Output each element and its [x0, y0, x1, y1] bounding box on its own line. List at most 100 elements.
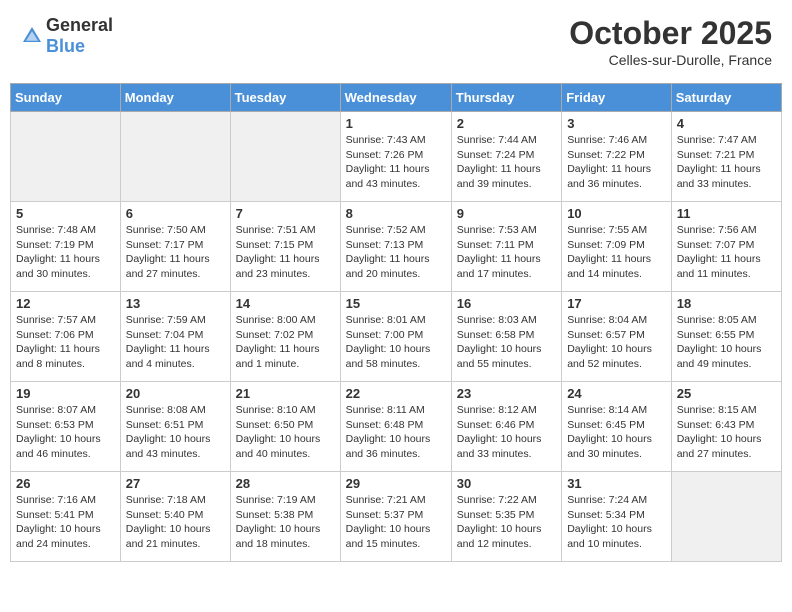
day-number: 7 — [236, 206, 335, 221]
day-info: Sunrise: 7:52 AM Sunset: 7:13 PM Dayligh… — [346, 223, 446, 282]
calendar-cell: 12Sunrise: 7:57 AM Sunset: 7:06 PM Dayli… — [11, 292, 121, 382]
day-info: Sunrise: 7:21 AM Sunset: 5:37 PM Dayligh… — [346, 493, 446, 552]
calendar-cell: 11 Sunrise: 7:56 AM Sunset: 7:07 PM Dayli… — [671, 202, 781, 292]
day-number: 24 — [567, 386, 666, 401]
calendar-cell: 23 Sunrise: 8:12 AM Sunset: 6:46 PM Dayli… — [451, 382, 561, 472]
calendar-cell: 25 Sunrise: 8:15 AM Sunset: 6:43 PM Dayli… — [671, 382, 781, 472]
logo: General Blue — [20, 15, 113, 57]
logo-general: General — [46, 15, 113, 35]
day-number: 23 — [457, 386, 556, 401]
calendar-cell: 10 Sunrise: 7:55 AM Sunset: 7:09 PM Dayli… — [562, 202, 672, 292]
day-info: Sunrise: 7:22 AM Sunset: 5:35 PM Dayligh… — [457, 493, 556, 552]
day-info: Sunrise: 7:48 AM Sunset: 7:19 PM Dayligh… — [16, 223, 115, 282]
day-number: 21 — [236, 386, 335, 401]
calendar-cell: 26 Sunrise: 7:16 AM Sunset: 5:41 PM Dayli… — [11, 472, 121, 562]
day-info: Sunrise: 8:12 AM Sunset: 6:46 PM Dayligh… — [457, 403, 556, 462]
calendar-cell: 6 Sunrise: 7:50 AM Sunset: 7:17 PM Daylig… — [120, 202, 230, 292]
day-number: 16 — [457, 296, 556, 311]
day-info: Sunrise: 7:47 AM Sunset: 7:21 PM Dayligh… — [677, 133, 776, 192]
calendar-day-header: Thursday — [451, 84, 561, 112]
calendar-cell: 21 Sunrise: 8:10 AM Sunset: 6:50 PM Dayli… — [230, 382, 340, 472]
day-number: 12 — [16, 296, 115, 311]
day-info: Sunrise: 7:46 AM Sunset: 7:22 PM Dayligh… — [567, 133, 666, 192]
day-number: 9 — [457, 206, 556, 221]
day-number: 15 — [346, 296, 446, 311]
calendar-day-header: Monday — [120, 84, 230, 112]
calendar-cell: 5 Sunrise: 7:48 AM Sunset: 7:19 PM Daylig… — [11, 202, 121, 292]
logo-icon — [20, 24, 44, 48]
day-info: Sunrise: 7:44 AM Sunset: 7:24 PM Dayligh… — [457, 133, 556, 192]
day-number: 10 — [567, 206, 666, 221]
calendar-cell — [11, 112, 121, 202]
calendar-day-header: Tuesday — [230, 84, 340, 112]
calendar-cell: 9 Sunrise: 7:53 AM Sunset: 7:11 PM Daylig… — [451, 202, 561, 292]
day-info: Sunrise: 8:04 AM Sunset: 6:57 PM Dayligh… — [567, 313, 666, 372]
day-info: Sunrise: 7:56 AM Sunset: 7:07 PM Dayligh… — [677, 223, 776, 282]
day-number: 18 — [677, 296, 776, 311]
day-info: Sunrise: 8:10 AM Sunset: 6:50 PM Dayligh… — [236, 403, 335, 462]
calendar-day-header: Sunday — [11, 84, 121, 112]
calendar-cell — [120, 112, 230, 202]
calendar-cell: 31 Sunrise: 7:24 AM Sunset: 5:34 PM Dayli… — [562, 472, 672, 562]
day-info: Sunrise: 7:50 AM Sunset: 7:17 PM Dayligh… — [126, 223, 225, 282]
day-info: Sunrise: 8:15 AM Sunset: 6:43 PM Dayligh… — [677, 403, 776, 462]
calendar-cell: 30 Sunrise: 7:22 AM Sunset: 5:35 PM Dayli… — [451, 472, 561, 562]
day-number: 6 — [126, 206, 225, 221]
day-info: Sunrise: 7:43 AM Sunset: 7:26 PM Dayligh… — [346, 133, 446, 192]
calendar-cell: 4Sunrise: 7:47 AM Sunset: 7:21 PM Daylig… — [671, 112, 781, 202]
day-number: 22 — [346, 386, 446, 401]
day-number: 30 — [457, 476, 556, 491]
calendar-cell: 16 Sunrise: 8:03 AM Sunset: 6:58 PM Dayli… — [451, 292, 561, 382]
day-info: Sunrise: 7:18 AM Sunset: 5:40 PM Dayligh… — [126, 493, 225, 552]
day-info: Sunrise: 7:24 AM Sunset: 5:34 PM Dayligh… — [567, 493, 666, 552]
logo-blue: Blue — [46, 36, 85, 56]
day-number: 11 — [677, 206, 776, 221]
day-number: 17 — [567, 296, 666, 311]
calendar-week-row: 26 Sunrise: 7:16 AM Sunset: 5:41 PM Dayli… — [11, 472, 782, 562]
calendar-cell — [671, 472, 781, 562]
day-number: 25 — [677, 386, 776, 401]
day-number: 14 — [236, 296, 335, 311]
day-info: Sunrise: 8:14 AM Sunset: 6:45 PM Dayligh… — [567, 403, 666, 462]
day-info: Sunrise: 7:19 AM Sunset: 5:38 PM Dayligh… — [236, 493, 335, 552]
calendar-cell: 28 Sunrise: 7:19 AM Sunset: 5:38 PM Dayli… — [230, 472, 340, 562]
calendar-week-row: 5 Sunrise: 7:48 AM Sunset: 7:19 PM Daylig… — [11, 202, 782, 292]
calendar-cell: 3 Sunrise: 7:46 AM Sunset: 7:22 PM Daylig… — [562, 112, 672, 202]
day-number: 13 — [126, 296, 225, 311]
calendar-day-header: Friday — [562, 84, 672, 112]
day-number: 28 — [236, 476, 335, 491]
day-info: Sunrise: 7:51 AM Sunset: 7:15 PM Dayligh… — [236, 223, 335, 282]
day-number: 31 — [567, 476, 666, 491]
calendar-cell: 1 Sunrise: 7:43 AM Sunset: 7:26 PM Daylig… — [340, 112, 451, 202]
calendar-table: SundayMondayTuesdayWednesdayThursdayFrid… — [10, 83, 782, 562]
day-number: 29 — [346, 476, 446, 491]
day-number: 8 — [346, 206, 446, 221]
calendar-cell: 24 Sunrise: 8:14 AM Sunset: 6:45 PM Dayli… — [562, 382, 672, 472]
calendar-cell: 20 Sunrise: 8:08 AM Sunset: 6:51 PM Dayli… — [120, 382, 230, 472]
calendar-cell — [230, 112, 340, 202]
calendar-cell: 29 Sunrise: 7:21 AM Sunset: 5:37 PM Dayli… — [340, 472, 451, 562]
day-info: Sunrise: 8:05 AM Sunset: 6:55 PM Dayligh… — [677, 313, 776, 372]
day-info: Sunrise: 7:53 AM Sunset: 7:11 PM Dayligh… — [457, 223, 556, 282]
calendar-cell: 22 Sunrise: 8:11 AM Sunset: 6:48 PM Dayli… — [340, 382, 451, 472]
day-number: 27 — [126, 476, 225, 491]
month-title: October 2025 — [569, 15, 772, 52]
day-number: 1 — [346, 116, 446, 131]
calendar-cell: 18 Sunrise: 8:05 AM Sunset: 6:55 PM Dayli… — [671, 292, 781, 382]
day-info: Sunrise: 7:16 AM Sunset: 5:41 PM Dayligh… — [16, 493, 115, 552]
day-info: Sunrise: 8:03 AM Sunset: 6:58 PM Dayligh… — [457, 313, 556, 372]
day-number: 20 — [126, 386, 225, 401]
day-number: 26 — [16, 476, 115, 491]
day-number: 3 — [567, 116, 666, 131]
day-info: Sunrise: 8:11 AM Sunset: 6:48 PM Dayligh… — [346, 403, 446, 462]
day-info: Sunrise: 7:59 AM Sunset: 7:04 PM Dayligh… — [126, 313, 225, 372]
day-number: 5 — [16, 206, 115, 221]
calendar-cell: 8 Sunrise: 7:52 AM Sunset: 7:13 PM Daylig… — [340, 202, 451, 292]
day-info: Sunrise: 8:08 AM Sunset: 6:51 PM Dayligh… — [126, 403, 225, 462]
calendar-cell: 13 Sunrise: 7:59 AM Sunset: 7:04 PM Dayli… — [120, 292, 230, 382]
calendar-cell: 27 Sunrise: 7:18 AM Sunset: 5:40 PM Dayli… — [120, 472, 230, 562]
calendar-cell: 7 Sunrise: 7:51 AM Sunset: 7:15 PM Daylig… — [230, 202, 340, 292]
calendar-cell: 15Sunrise: 8:01 AM Sunset: 7:00 PM Dayli… — [340, 292, 451, 382]
day-info: Sunrise: 8:07 AM Sunset: 6:53 PM Dayligh… — [16, 403, 115, 462]
day-info: Sunrise: 7:55 AM Sunset: 7:09 PM Dayligh… — [567, 223, 666, 282]
